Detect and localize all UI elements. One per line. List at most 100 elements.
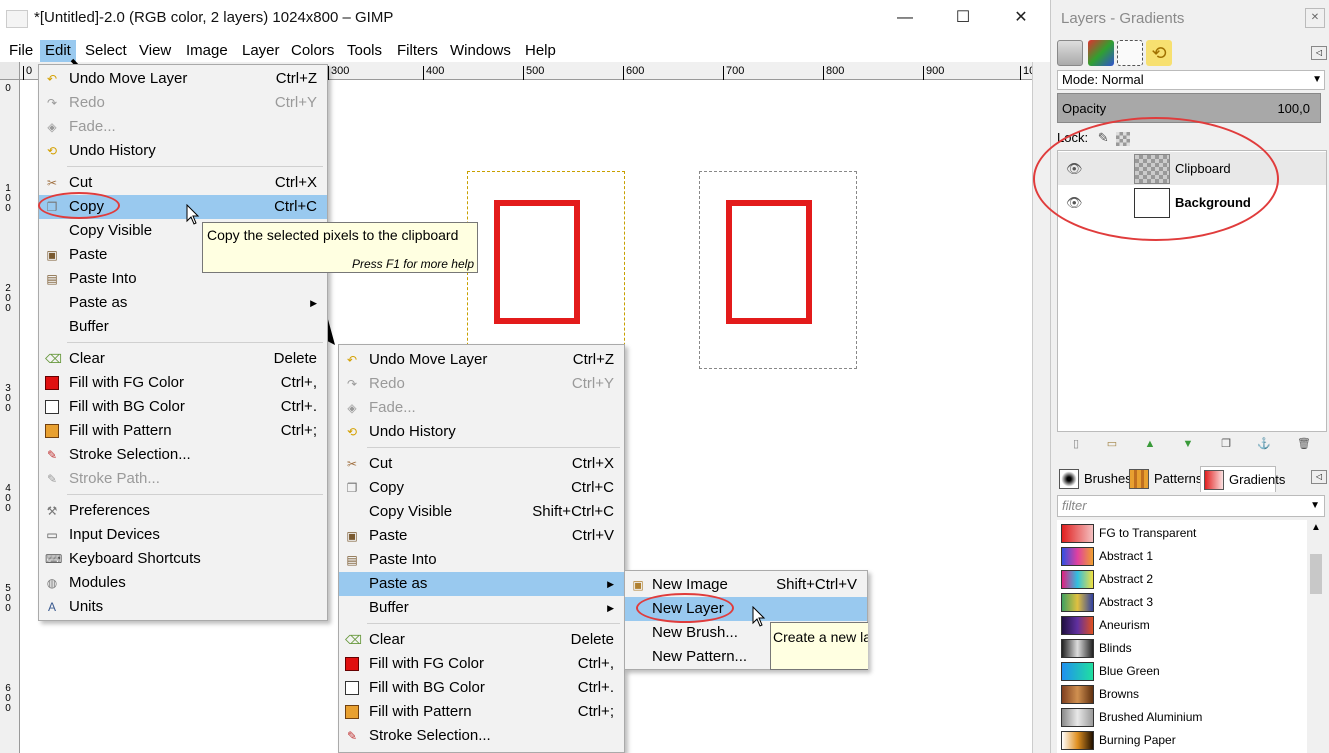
menu-item-fill-pattern[interactable]: Fill with Pattern Ctrl+; <box>339 700 624 724</box>
menu-item-fill-pattern[interactable]: Fill with Pattern Ctrl+; <box>39 419 327 443</box>
menu-item-modules[interactable]: ◍ Modules <box>39 571 327 595</box>
tab-patterns[interactable]: Patterns <box>1126 466 1202 492</box>
tooltip-help: Press F1 for more help <box>351 257 474 271</box>
menu-item-fill-bg[interactable]: Fill with BG Color Ctrl+. <box>339 676 624 700</box>
edit-menu-second: ↶ Undo Move Layer Ctrl+Z ↷ Redo Ctrl+Y ◈ Fade… <box>338 344 625 753</box>
scrollbar-thumb[interactable] <box>1310 554 1322 594</box>
menu-item-keyboard-shortcuts[interactable]: ⌨ Keyboard Shortcuts <box>39 547 327 571</box>
menu-item-paste-into[interactable]: ▤ Paste Into <box>339 548 624 572</box>
menu-item-clear[interactable]: ⌫ Clear Delete <box>339 628 624 652</box>
fade-icon: ◈ <box>347 401 357 415</box>
brushes-icon <box>1059 469 1079 489</box>
delete-layer-icon[interactable]: 🗑 <box>1297 438 1311 451</box>
layers-tab-icon[interactable] <box>1057 40 1083 66</box>
raise-layer-icon[interactable]: ▲ <box>1143 438 1157 451</box>
duplicate-layer-icon[interactable]: ❐ <box>1219 438 1233 451</box>
paste-icon: ▣ <box>46 248 58 262</box>
menu-item-redo[interactable]: ↷ Redo Ctrl+Y <box>339 372 624 396</box>
gradient-item[interactable]: Abstract 2 <box>1057 568 1307 591</box>
undo-icon: ↶ <box>346 353 358 367</box>
units-icon: A <box>47 600 56 614</box>
gradient-name: Abstract 2 <box>1099 572 1154 586</box>
menu-item-buffer[interactable]: Buffer ▶ <box>339 596 624 620</box>
new-layer-group-icon[interactable]: ▭ <box>1105 438 1119 451</box>
menu-item-clear[interactable]: ⌫ Clear Delete <box>39 347 327 371</box>
tab-brushes[interactable]: Brushes <box>1056 466 1132 492</box>
mode-dropdown[interactable]: Mode: Normal ▼ <box>1057 70 1325 90</box>
menu-item-copy-visible[interactable]: Copy Visible Shift+Ctrl+C <box>339 500 624 524</box>
gradient-swatch <box>1061 547 1094 566</box>
gradient-name: Blinds <box>1099 641 1132 655</box>
channels-tab-icon[interactable] <box>1088 40 1114 66</box>
menu-item-undo-history[interactable]: ⟲ Undo History <box>339 420 624 444</box>
anchor-layer-icon[interactable]: ⚓ <box>1257 438 1271 451</box>
gradient-item[interactable]: Brushed Aluminium <box>1057 706 1307 729</box>
bg-color-icon <box>345 681 359 695</box>
menu-item-new-image[interactable]: ▣ New Image Shift+Ctrl+V <box>625 573 867 597</box>
gradient-item[interactable]: Blinds <box>1057 637 1307 660</box>
undo-history-icon: ⟲ <box>346 425 358 439</box>
clear-icon: ⌫ <box>45 352 62 366</box>
panel-menu-button[interactable]: ◁ <box>1311 470 1327 484</box>
gradient-name: Blue Green <box>1099 664 1160 678</box>
gradient-item[interactable]: Aneurism <box>1057 614 1307 637</box>
layer-buttons: ▯ ▭ ▲ ▼ ❐ ⚓ 🗑 <box>1057 434 1327 456</box>
gradient-item[interactable]: Abstract 3 <box>1057 591 1307 614</box>
paste-into-icon: ▤ <box>346 553 358 567</box>
paths-tab-icon[interactable] <box>1117 40 1143 66</box>
menu-item-fill-fg[interactable]: Fill with FG Color Ctrl+, <box>39 371 327 395</box>
menu-item-undo[interactable]: ↶ Undo Move Layer Ctrl+Z <box>39 67 327 91</box>
submenu-arrow-icon: ▶ <box>310 298 317 308</box>
copy-tooltip: Copy the selected pixels to the clipboar… <box>202 222 478 273</box>
menu-item-buffer[interactable]: Buffer <box>39 315 327 339</box>
menu-item-paste-as[interactable]: Paste as ▶ <box>39 291 327 315</box>
menu-item-copy[interactable]: ❐ Copy Ctrl+C <box>339 476 624 500</box>
fg-color-icon <box>45 376 59 390</box>
menu-item-preferences[interactable]: ⚒ Preferences <box>39 499 327 523</box>
dock-close-button[interactable]: ✕ <box>1305 8 1325 28</box>
menu-item-paste-as[interactable]: Paste as ▶ <box>339 572 624 596</box>
menu-item-fill-bg[interactable]: Fill with BG Color Ctrl+. <box>39 395 327 419</box>
panel-menu-button[interactable]: ◁ <box>1311 46 1327 60</box>
gradient-item[interactable]: Burning Paper <box>1057 729 1307 752</box>
menu-item-redo[interactable]: ↷ Redo Ctrl+Y <box>39 91 327 115</box>
layers-gradients-dock: Layers - Gradients ✕ ⟲ ◁ Mode: Normal ▼ O… <box>1033 0 1329 753</box>
gradient-item[interactable]: Abstract 1 <box>1057 545 1307 568</box>
gradient-item[interactable]: FG to Transparent <box>1057 522 1307 545</box>
menu-item-units[interactable]: A Units <box>39 595 327 619</box>
filter-input[interactable]: filter ▼ <box>1057 495 1325 517</box>
menu-item-cut[interactable]: ✂ Cut Ctrl+X <box>339 452 624 476</box>
gradient-item[interactable]: Blue Green <box>1057 660 1307 683</box>
preferences-icon: ⚒ <box>46 504 58 518</box>
gradient-swatch <box>1061 616 1094 635</box>
undo-history-tab-icon[interactable]: ⟲ <box>1146 40 1172 66</box>
menu-item-undo[interactable]: ↶ Undo Move Layer Ctrl+Z <box>339 348 624 372</box>
menu-item-fade[interactable]: ◈ Fade... <box>339 396 624 420</box>
mode-value: Mode: Normal <box>1062 72 1144 87</box>
menu-item-stroke-selection[interactable]: ✎ Stroke Selection... <box>339 724 624 748</box>
edit-menu: ↶ Undo Move Layer Ctrl+Z ↷ Redo Ctrl+Y ◈ Fade… <box>38 64 328 621</box>
gradient-swatch <box>1061 731 1094 750</box>
menu-item-fade[interactable]: ◈ Fade... <box>39 115 327 139</box>
mouse-cursor-icon <box>752 606 766 627</box>
tab-gradients[interactable]: Gradients <box>1200 466 1285 492</box>
menu-item-new-brush[interactable]: New Brush... <box>625 621 770 645</box>
gradient-name: Burning Paper <box>1099 733 1176 747</box>
gradients-scrollbar[interactable]: ▲ <box>1307 520 1325 753</box>
menu-item-input-devices[interactable]: ▭ Input Devices <box>39 523 327 547</box>
menu-item-paste[interactable]: ▣ Paste Ctrl+V <box>339 524 624 548</box>
menu-item-stroke-selection[interactable]: ✎ Stroke Selection... <box>39 443 327 467</box>
gradient-swatch <box>1061 570 1094 589</box>
menu-item-new-pattern[interactable]: New Pattern... <box>625 645 770 669</box>
lower-layer-icon[interactable]: ▼ <box>1181 438 1195 451</box>
menu-item-fill-fg[interactable]: Fill with FG Color Ctrl+, <box>339 652 624 676</box>
scroll-up-icon[interactable]: ▲ <box>1311 522 1321 533</box>
highlight-oval-layers <box>1033 117 1279 241</box>
dock-title: Layers - Gradients <box>1061 10 1185 27</box>
gradient-item[interactable]: Browns <box>1057 683 1307 706</box>
gradient-swatch <box>1061 639 1094 658</box>
gradient-name: Abstract 3 <box>1099 595 1154 609</box>
menu-item-undo-history[interactable]: ⟲ Undo History <box>39 139 327 163</box>
new-layer-icon[interactable]: ▯ <box>1069 438 1083 451</box>
menu-item-stroke-path[interactable]: ✎ Stroke Path... <box>39 467 327 491</box>
